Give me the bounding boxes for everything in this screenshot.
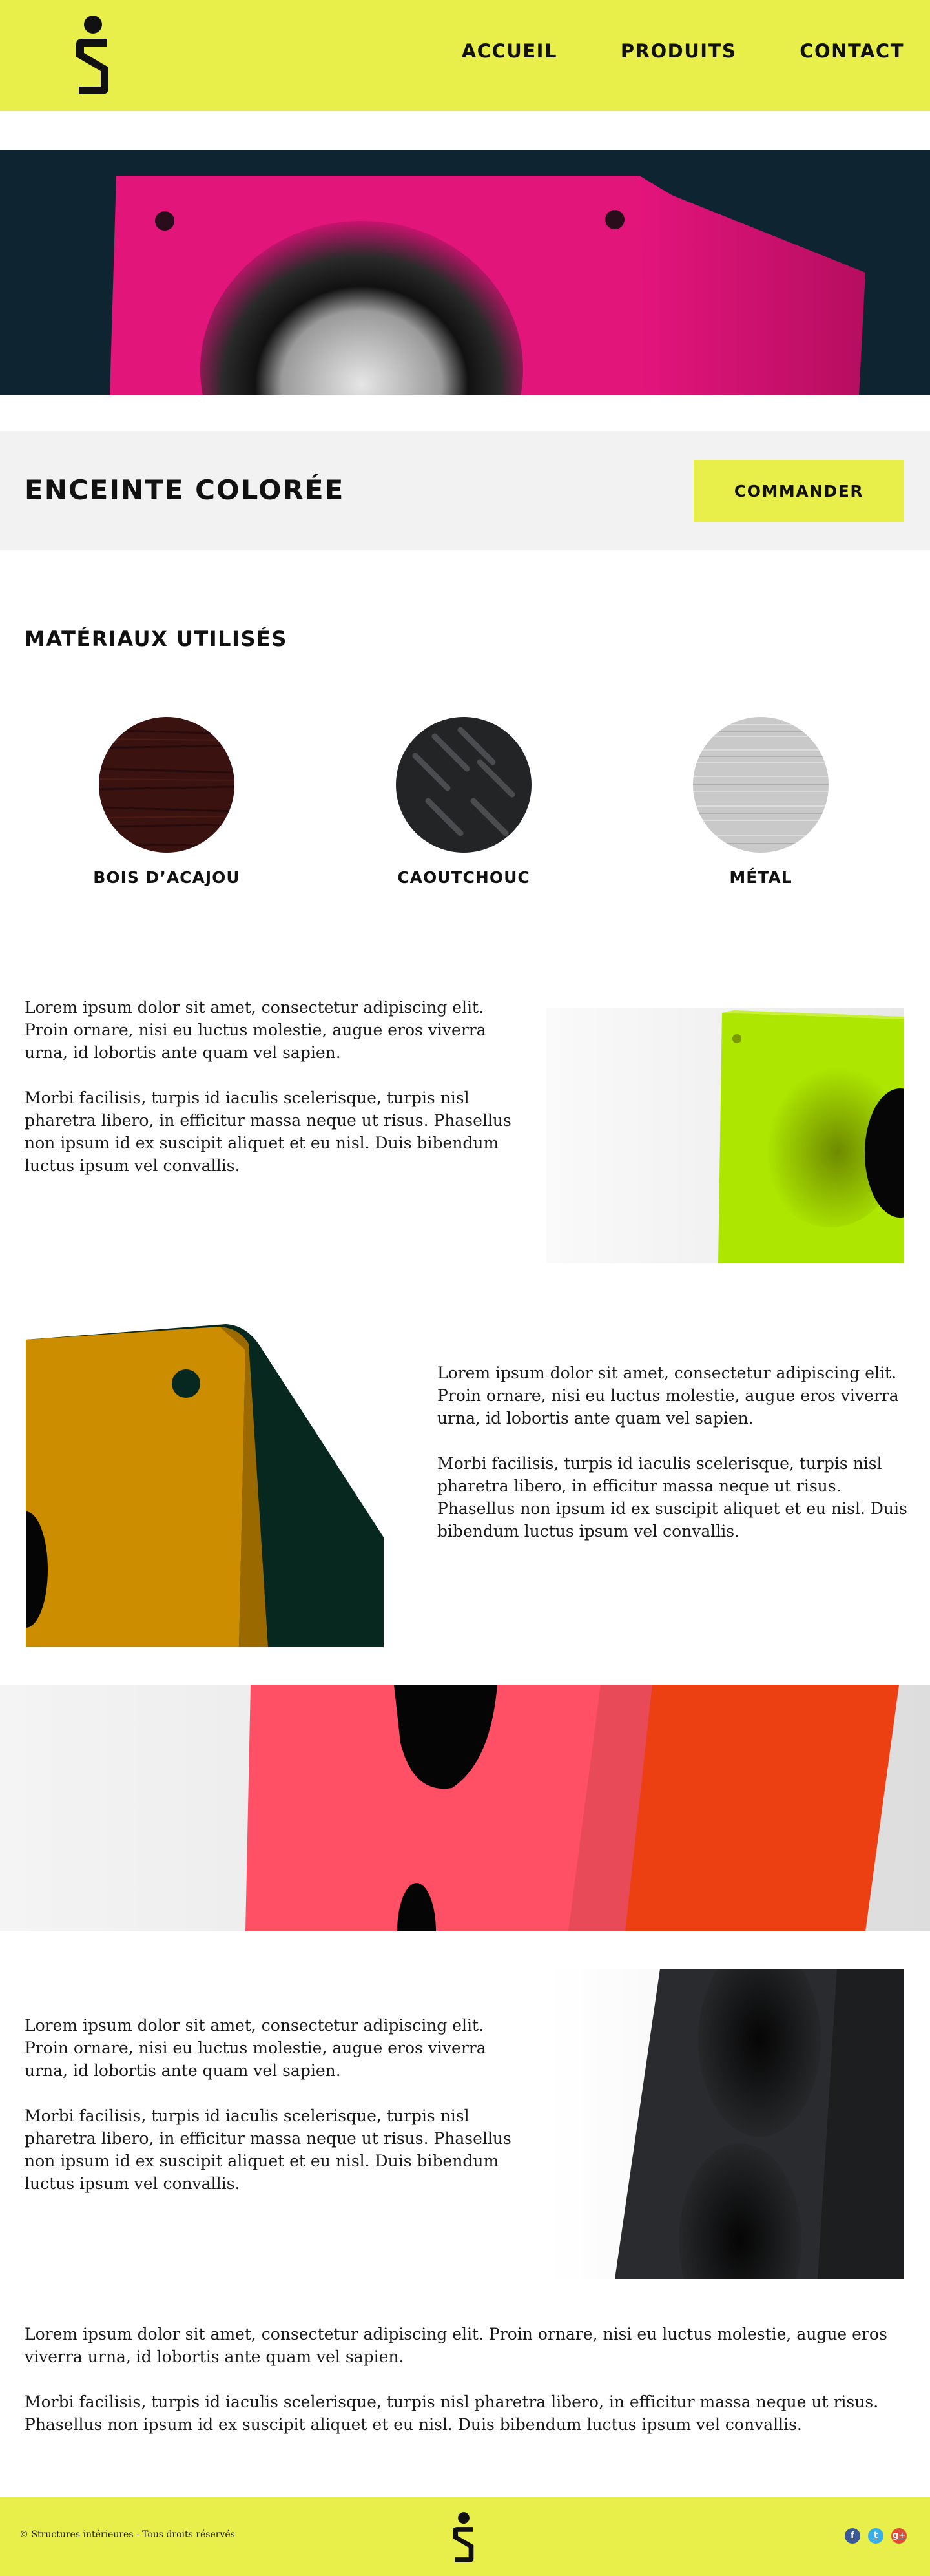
- section-2-paragraph-2: Morbi facilisis, turpis id iaculis scele…: [437, 1454, 907, 1541]
- mahogany-label: BOIS D’ACAJOU: [93, 868, 240, 887]
- logo[interactable]: [65, 13, 121, 97]
- red-speaker-image: [0, 1685, 930, 1931]
- materials-title: MATÉRIAUX UTILISÉS: [25, 627, 287, 651]
- order-button[interactable]: COMMANDER: [694, 460, 904, 522]
- section-4-paragraph-2: Morbi facilisis, turpis id iaculis scele…: [25, 2393, 879, 2434]
- google-plus-icon[interactable]: g+: [891, 2528, 907, 2544]
- section-4-paragraph-1: Lorem ipsum dolor sit amet, consectetur …: [25, 2325, 887, 2366]
- nav-contact[interactable]: CONTACT: [800, 40, 904, 62]
- material-rubber: CAOUTCHOUC: [380, 717, 548, 887]
- metal-label: MÉTAL: [729, 868, 792, 887]
- twitter-icon[interactable]: t: [868, 2528, 884, 2544]
- main-nav: ACCUEIL PRODUITS CONTACT: [398, 40, 904, 62]
- section-1-text: Lorem ipsum dolor sit amet, consectetur …: [25, 996, 515, 1177]
- rubber-swatch: [396, 717, 532, 853]
- hero-image: [0, 150, 930, 395]
- product-title-bar: ENCEINTE COLORÉE COMMANDER: [0, 431, 930, 550]
- material-metal: MÉTAL: [677, 717, 845, 887]
- black-speaker-image: [546, 1969, 904, 2279]
- section-3-paragraph-1: Lorem ipsum dolor sit amet, consectetur …: [25, 2016, 486, 2080]
- nav-produits[interactable]: PRODUITS: [621, 40, 736, 62]
- site-footer: © Structures intérieures - Tous droits r…: [0, 2497, 930, 2576]
- section-2-text: Lorem ipsum dolor sit amet, consectetur …: [437, 1362, 909, 1542]
- footer-logo[interactable]: [446, 2510, 482, 2564]
- section-1-paragraph-2: Morbi facilisis, turpis id iaculis scele…: [25, 1088, 512, 1175]
- section-1-paragraph-1: Lorem ipsum dolor sit amet, consectetur …: [25, 998, 486, 1062]
- rubber-label: CAOUTCHOUC: [397, 868, 530, 887]
- copyright-text: © Structures intérieures - Tous droits r…: [19, 2529, 235, 2540]
- social-links: f t g+: [837, 2528, 907, 2544]
- product-title: ENCEINTE COLORÉE: [25, 474, 345, 506]
- section-3-paragraph-2: Morbi facilisis, turpis id iaculis scele…: [25, 2106, 512, 2193]
- nav-accueil[interactable]: ACCUEIL: [462, 40, 557, 62]
- material-mahogany: BOIS D’ACAJOU: [83, 717, 251, 887]
- section-2-paragraph-1: Lorem ipsum dolor sit amet, consectetur …: [437, 1364, 899, 1428]
- facebook-icon[interactable]: f: [845, 2528, 860, 2544]
- site-header: ACCUEIL PRODUITS CONTACT: [0, 0, 930, 111]
- yellow-speaker-image: [26, 1324, 384, 1647]
- section-4-text: Lorem ipsum dolor sit amet, consectetur …: [25, 2323, 909, 2436]
- metal-swatch: [693, 717, 829, 853]
- green-speaker-image: [546, 1008, 904, 1263]
- mahogany-swatch: [99, 717, 234, 853]
- section-3-text: Lorem ipsum dolor sit amet, consectetur …: [25, 2014, 515, 2195]
